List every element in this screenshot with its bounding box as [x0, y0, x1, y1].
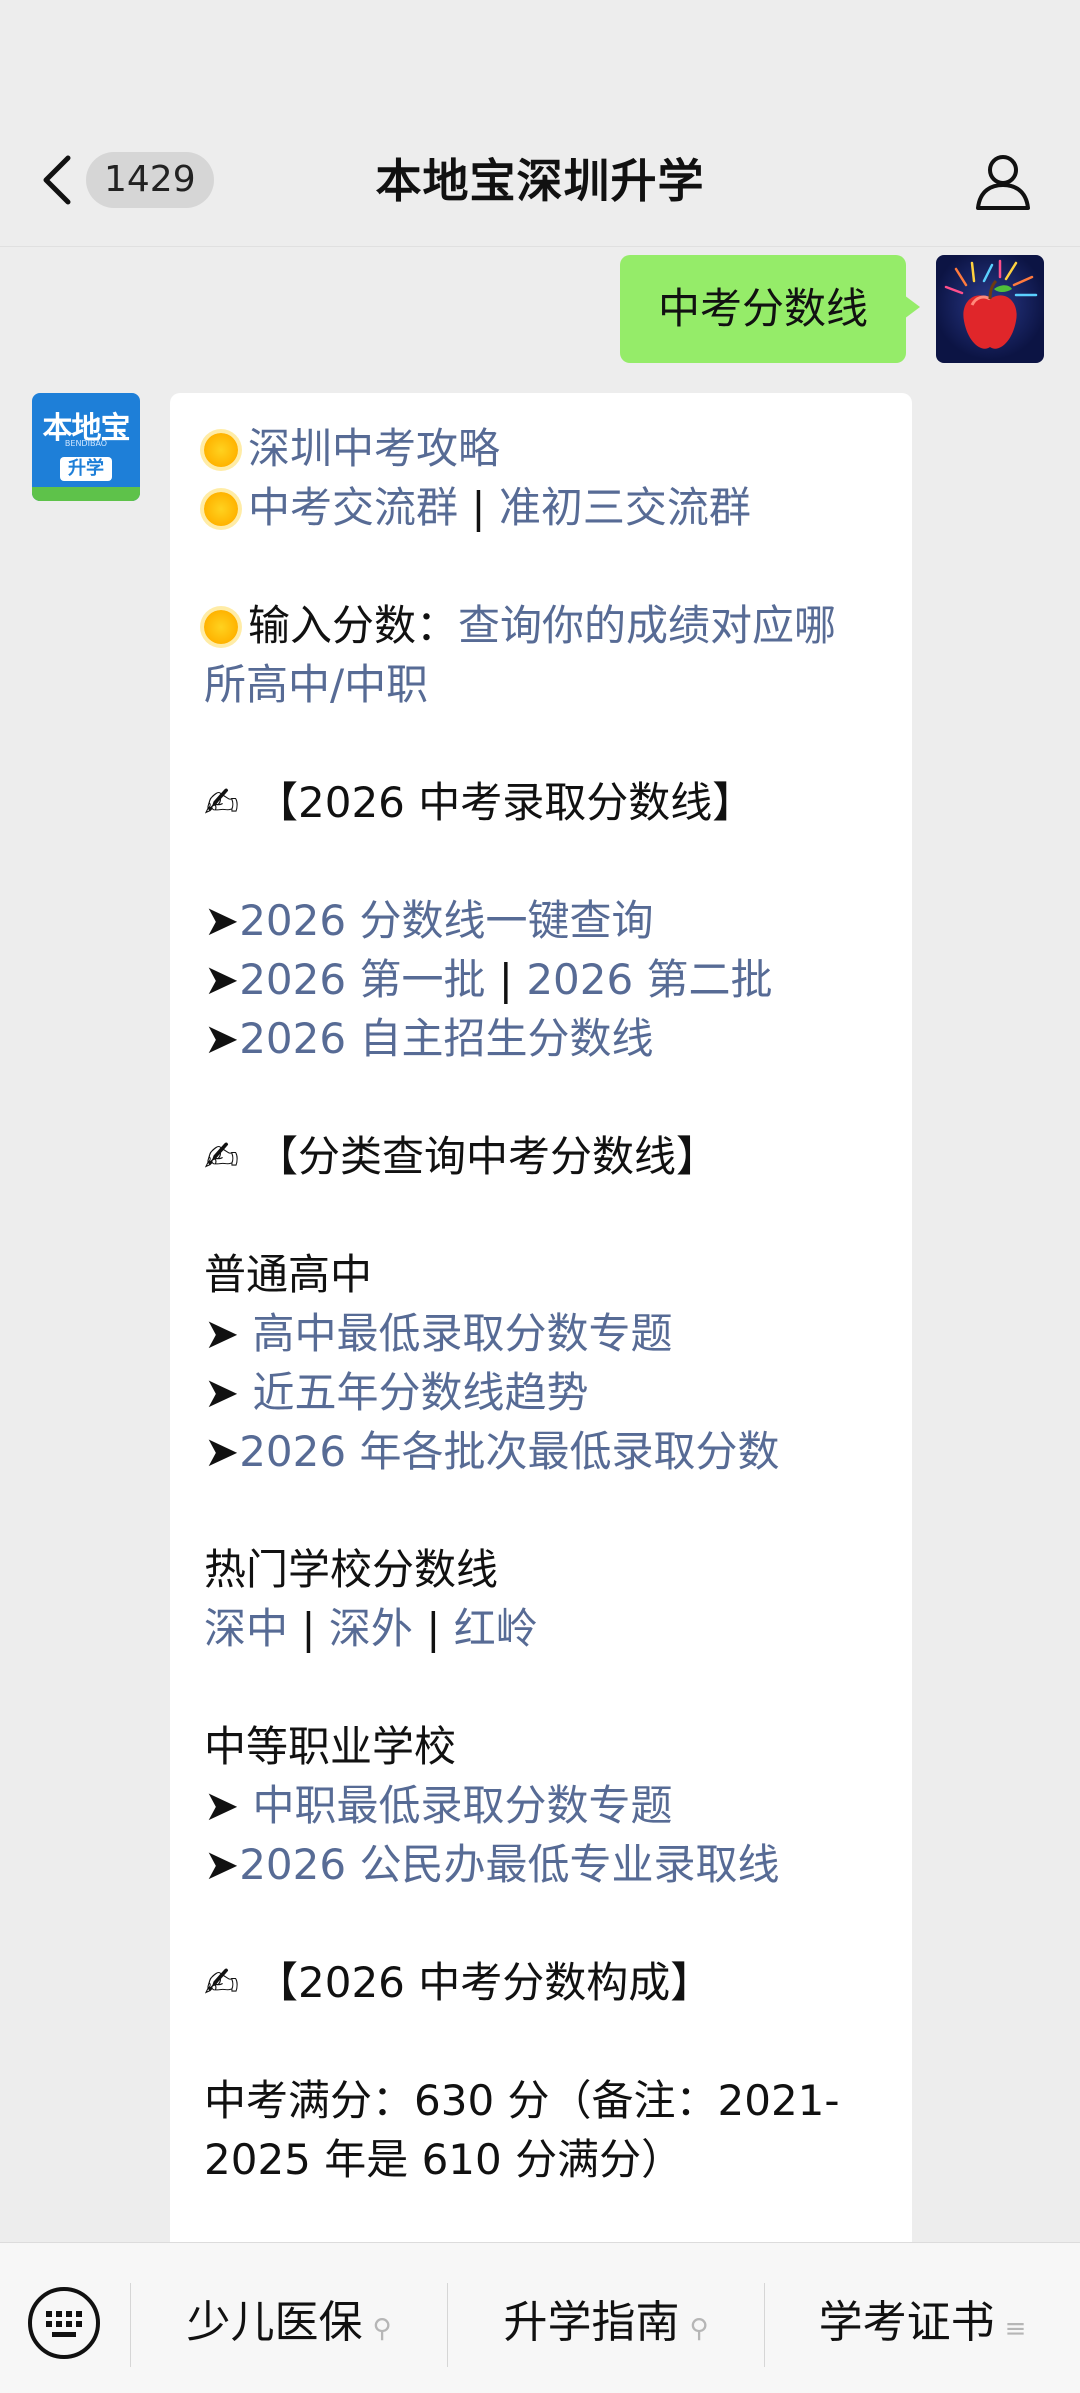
chat-header: 1429 本地宝深圳升学 — [0, 0, 1080, 247]
user-avatar[interactable] — [936, 255, 1044, 363]
hs-min-score-link[interactable]: 高中最低录取分数专题 — [253, 1309, 673, 1358]
menu-item-label: 学考证书 — [818, 2297, 995, 2348]
arrow-icon: ➤ — [204, 1309, 253, 1358]
section-title-admission: 【2026 中考录取分数线】 — [256, 778, 755, 827]
full-score-text: 中考满分：630 分（备注：2021-2025 年是 610 分满分） — [204, 2076, 840, 2184]
bot-avatar[interactable]: 本地宝 BENDIBAO 升学 — [32, 393, 140, 501]
chat-title: 本地宝深圳升学 — [375, 154, 705, 208]
batch2-link[interactable]: 2026 第二批 — [526, 955, 772, 1004]
writing-hand-icon: ✍ — [204, 1958, 240, 2007]
writing-hand-icon: ✍ — [204, 1132, 240, 1181]
bot-message-bubble: 深圳中考攻略 中考交流群 | 准初三交流群 输入分数：查询你的成绩对应哪所高中/… — [170, 393, 912, 2253]
menu-item-child-insurance[interactable]: 少儿医保 ⚲ — [131, 2285, 447, 2361]
input-score-prefix: 输入分数： — [248, 601, 459, 650]
link-icon: ⚲ — [689, 2314, 709, 2344]
separator: | — [288, 1604, 329, 1653]
arrow-icon: ➤ — [204, 955, 240, 1004]
public-private-score-link[interactable]: 2026 公民办最低专业录取线 — [239, 1840, 779, 1889]
list-icon: ≡ — [1004, 2314, 1027, 2344]
bot-logo-tag: 升学 — [60, 457, 112, 481]
arrow-icon: ➤ — [204, 896, 240, 945]
section-title-composition: 【2026 中考分数构成】 — [256, 1958, 713, 2007]
user-message-row: 中考分数线 — [619, 255, 1044, 363]
section-title-category: 【分类查询中考分数线】 — [256, 1132, 719, 1181]
menu-item-label: 少儿医保 — [186, 2297, 363, 2348]
apple-fireworks-icon — [944, 259, 1038, 349]
menu-item-label: 升学指南 — [503, 2297, 680, 2348]
score-lookup-link[interactable]: 2026 分数线一键查询 — [239, 896, 653, 945]
arrow-icon: ➤ — [204, 1840, 240, 1889]
batch-min-score-link[interactable]: 2026 年各批次最低录取分数 — [239, 1427, 779, 1476]
self-enroll-link[interactable]: 2026 自主招生分数线 — [239, 1014, 653, 1063]
separator: | — [412, 1604, 454, 1653]
grade9-group-link[interactable]: 准初三交流群 — [499, 483, 751, 532]
voc-min-score-link[interactable]: 中职最低录取分数专题 — [253, 1781, 673, 1830]
vocational-title: 中等职业学校 — [204, 1722, 457, 1771]
arrow-icon: ➤ — [204, 1427, 240, 1476]
bot-logo-sub: BENDIBAO — [64, 439, 108, 448]
bottom-menu-bar: 少儿医保 ⚲ 升学指南 ⚲ 学考证书 ≡ — [0, 2242, 1080, 2393]
sun-icon — [204, 610, 238, 644]
school-link-shenwai[interactable]: 深外 — [329, 1604, 413, 1653]
menu-item-admission-guide[interactable]: 升学指南 ⚲ — [448, 2285, 764, 2361]
hot-school-title: 热门学校分数线 — [204, 1545, 499, 1594]
arrow-icon: ➤ — [204, 1014, 240, 1063]
keyboard-icon[interactable] — [26, 2285, 102, 2361]
sun-icon — [204, 433, 238, 467]
bot-logo-grass — [32, 487, 140, 501]
sun-icon — [204, 492, 238, 526]
user-message-bubble[interactable]: 中考分数线 — [619, 255, 921, 363]
strategy-link[interactable]: 深圳中考攻略 — [248, 424, 500, 473]
person-icon[interactable] — [972, 150, 1034, 212]
school-link-shenzhong[interactable]: 深中 — [204, 1604, 288, 1653]
writing-hand-icon: ✍ — [204, 778, 240, 827]
general-hs-title: 普通高中 — [204, 1250, 373, 1299]
separator: | — [458, 483, 499, 532]
arrow-icon: ➤ — [204, 1368, 253, 1417]
arrow-icon: ➤ — [204, 1781, 253, 1830]
exam-group-link[interactable]: 中考交流群 — [248, 483, 458, 532]
separator: | — [485, 955, 527, 1004]
menu-item-exam-certificate[interactable]: 学考证书 ≡ — [765, 2285, 1080, 2361]
batch1-link[interactable]: 2026 第一批 — [239, 955, 485, 1004]
school-link-hongling[interactable]: 红岭 — [454, 1604, 538, 1653]
link-icon: ⚲ — [372, 2314, 392, 2344]
five-year-trend-link[interactable]: 近五年分数线趋势 — [253, 1368, 589, 1417]
